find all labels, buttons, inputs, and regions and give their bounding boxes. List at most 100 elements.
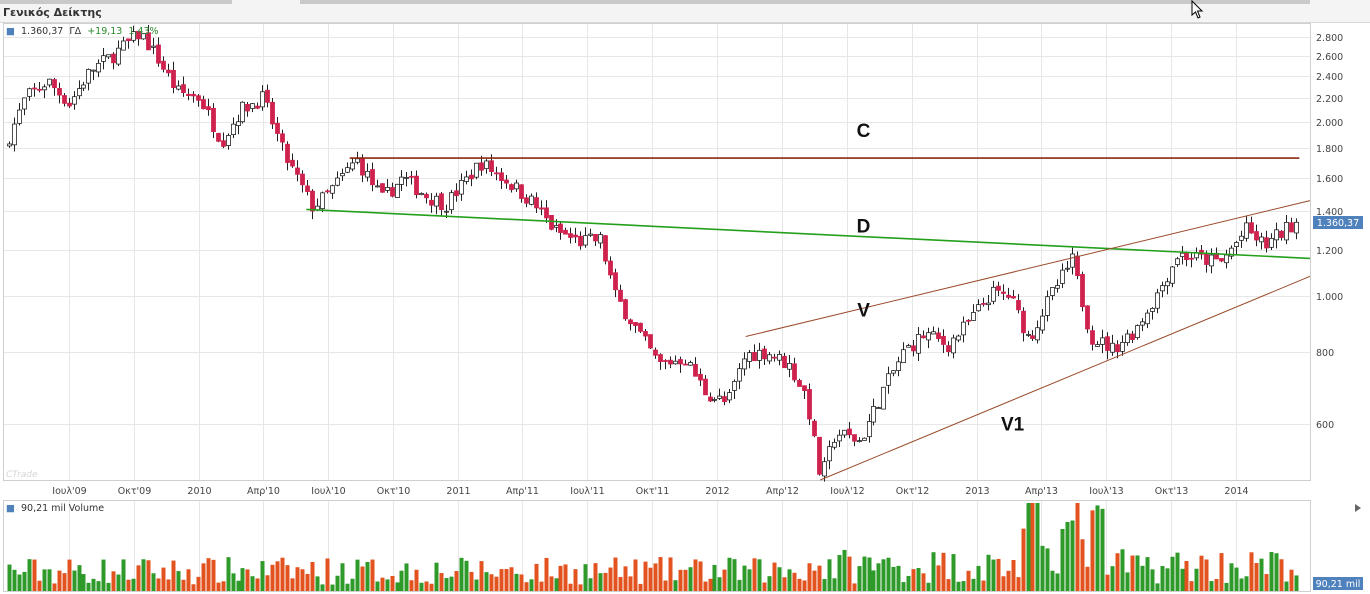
candle-body <box>27 88 32 97</box>
candle-body <box>578 235 583 247</box>
candle-body <box>350 162 355 170</box>
candle-body <box>1155 292 1160 309</box>
volume-bar <box>554 578 559 591</box>
volume-bar <box>1294 575 1299 591</box>
x-tick-label: Απρ'12 <box>766 486 799 497</box>
candle-body <box>862 437 867 441</box>
volume-scroll-arrows[interactable] <box>1355 504 1361 512</box>
chevron-right-icon <box>1355 504 1361 512</box>
volume-bar <box>116 574 121 591</box>
volume-bar <box>1035 503 1040 591</box>
candle-body <box>429 199 434 206</box>
volume-bar <box>72 570 77 591</box>
candle-body <box>618 289 623 302</box>
candle-body <box>1110 342 1115 353</box>
candle-body <box>1080 273 1085 308</box>
volume-bar <box>1160 566 1165 591</box>
candle-body <box>52 79 57 89</box>
candle-body <box>1105 336 1110 351</box>
x-tick-label: Ιουλ'10 <box>311 486 345 497</box>
volume-bar <box>449 576 454 591</box>
candle-body <box>310 190 315 212</box>
candle-body <box>593 234 598 242</box>
candle-body <box>206 106 211 111</box>
x-tick-label: 2011 <box>446 486 470 497</box>
volume-bar <box>1065 521 1070 591</box>
volume-bar <box>1130 555 1135 591</box>
y-tick-label: 1.200 <box>1316 246 1343 257</box>
volume-bar <box>782 577 787 591</box>
candle-body <box>221 140 226 147</box>
candle-body <box>151 45 156 48</box>
volume-bar <box>201 563 206 591</box>
volume-bar <box>226 557 231 591</box>
candle-body <box>325 190 330 193</box>
candle-body <box>792 363 797 381</box>
volume-bar <box>161 567 166 591</box>
volume-bar <box>494 576 499 591</box>
volume-bar <box>693 559 698 591</box>
candle-body <box>434 195 439 207</box>
volume-bar <box>211 559 216 591</box>
volume-bar <box>563 564 568 591</box>
candle-body <box>534 197 539 209</box>
volume-bar <box>1224 582 1229 591</box>
volume-bar <box>583 564 588 591</box>
volume-bar <box>345 583 350 591</box>
candle-body <box>722 396 727 403</box>
volume-bar <box>514 573 519 591</box>
volume-bar <box>156 578 161 591</box>
volume-bar <box>399 570 404 591</box>
volume-bar <box>275 561 280 591</box>
volume-bar <box>196 576 201 591</box>
candle-body <box>47 78 52 86</box>
candle-body <box>1274 229 1279 241</box>
volume-bar <box>489 574 494 591</box>
candle-body <box>1130 333 1135 340</box>
volume-bar <box>1239 578 1244 591</box>
volume-bar <box>12 569 17 591</box>
candle-body <box>1175 258 1180 265</box>
volume-bar <box>1249 552 1254 591</box>
volume-bar <box>752 558 757 591</box>
chart[interactable]: 6008001.0001.2001.4001.6001.8002.0002.20… <box>0 0 1370 594</box>
volume-bar <box>588 578 593 591</box>
candle-body <box>454 190 459 197</box>
y-tick-label: 2.600 <box>1316 52 1343 63</box>
annotation-label-v: V <box>857 301 870 322</box>
volume-bar <box>1115 553 1120 591</box>
y-tick-label: 600 <box>1316 420 1334 431</box>
volume-bar <box>772 562 777 591</box>
candle-body <box>693 363 698 377</box>
candle-body <box>72 96 77 105</box>
candle-body <box>747 352 752 362</box>
candle-body <box>191 93 196 97</box>
volume-bar <box>444 578 449 591</box>
candle-body <box>300 173 305 186</box>
candle-body <box>1050 287 1055 296</box>
volume-bar <box>568 583 573 591</box>
candle-body <box>399 176 404 185</box>
volume-bar <box>593 563 598 591</box>
candle-body <box>464 176 469 182</box>
volume-bar <box>360 566 365 591</box>
volume-bar <box>732 559 737 591</box>
candle-body <box>1294 221 1299 234</box>
volume-bar <box>648 567 653 591</box>
candle-body <box>275 122 280 134</box>
candle-body <box>236 121 241 126</box>
candle-body <box>111 53 116 64</box>
candle-body <box>380 183 385 193</box>
volume-bar <box>534 563 539 591</box>
candle-body <box>201 99 206 110</box>
candle-body <box>712 398 717 401</box>
candle-body <box>489 160 494 172</box>
volume-bar <box>1254 563 1259 591</box>
volume-bar <box>747 569 752 591</box>
volume-bar <box>166 579 171 591</box>
volume-bar <box>186 569 191 591</box>
candle-body <box>558 223 563 233</box>
volume-bar <box>504 569 509 591</box>
volume-bar <box>285 565 290 591</box>
candle-body <box>1035 327 1040 341</box>
